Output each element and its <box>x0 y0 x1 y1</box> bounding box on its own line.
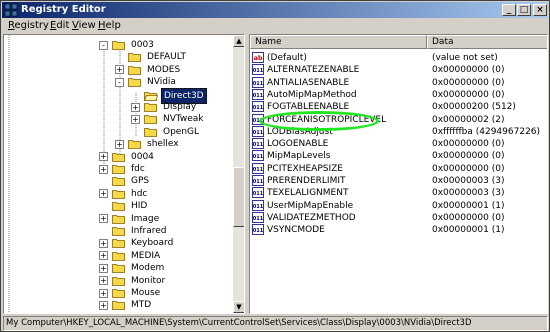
collapse-icon[interactable]: - <box>115 77 124 87</box>
svg-text:011: 011 <box>253 216 264 222</box>
svg-text:ab: ab <box>253 54 262 62</box>
expand-icon[interactable]: + <box>99 164 108 174</box>
binary-value-icon: 011 <box>252 211 264 223</box>
scroll-thumb[interactable] <box>233 167 244 227</box>
menu-registry[interactable]: Registry <box>8 19 49 33</box>
menu-edit[interactable]: Edit <box>50 19 69 33</box>
tree-vertical-scrollbar[interactable]: ▲ ▼ <box>233 35 244 313</box>
binary-value-icon: 011 <box>252 76 264 88</box>
svg-text:011: 011 <box>253 228 264 234</box>
folder-icon <box>112 165 125 174</box>
expand-icon[interactable]: + <box>99 300 108 310</box>
close-button[interactable]: × <box>533 4 547 16</box>
folder-icon <box>112 264 125 274</box>
folder-icon <box>112 152 125 162</box>
folder-icon <box>112 227 125 236</box>
folder-icon <box>112 214 125 224</box>
svg-text:011: 011 <box>253 167 264 173</box>
folder-icon <box>128 140 141 150</box>
tree-item-mtd[interactable]: MTD <box>112 298 153 312</box>
expand-icon[interactable]: + <box>99 263 108 273</box>
expand-icon[interactable]: + <box>131 102 140 112</box>
name-column-header[interactable]: Name <box>250 35 427 49</box>
svg-text:011: 011 <box>253 68 264 74</box>
binary-value-icon: 011 <box>252 162 264 174</box>
binary-value-icon: 011 <box>252 150 264 162</box>
folder-icon <box>112 301 125 311</box>
svg-text:011: 011 <box>253 93 264 99</box>
svg-text:011: 011 <box>253 204 264 210</box>
folder-icon <box>112 177 125 187</box>
expand-icon[interactable]: + <box>99 288 108 298</box>
svg-text:011: 011 <box>253 118 264 124</box>
expand-icon[interactable]: + <box>99 251 108 261</box>
tree-item-label: MTD <box>131 300 152 311</box>
binary-value-icon: 011 <box>252 113 264 125</box>
string-value-icon: ab <box>252 52 264 63</box>
window-title: Registry Editor <box>21 4 106 15</box>
expand-icon[interactable]: + <box>115 139 124 149</box>
folder-icon <box>128 78 141 88</box>
folder-icon <box>112 276 125 286</box>
binary-value-icon: 011 <box>252 125 264 137</box>
menu-help[interactable]: Help <box>98 19 121 33</box>
svg-text:011: 011 <box>253 179 264 185</box>
svg-text:011: 011 <box>253 191 264 197</box>
folder-icon <box>112 251 125 261</box>
expand-icon[interactable]: + <box>99 214 108 224</box>
binary-value-icon: 011 <box>252 88 264 100</box>
expand-icon[interactable]: + <box>99 152 108 162</box>
binary-value-icon: 011 <box>252 224 264 236</box>
status-bar: My Computer\HKEY_LOCAL_MACHINE\System\Cu… <box>3 316 548 331</box>
folder-icon <box>112 41 125 50</box>
values-pane[interactable]: Name Data ab (Default) (value not set) 011 A… <box>249 34 548 314</box>
svg-text:011: 011 <box>253 154 264 160</box>
value-data: 0x00000001 (1) <box>432 225 505 236</box>
binary-value-icon: 011 <box>252 199 264 211</box>
key-tree-pane[interactable]: ▲ ▼ -0003 DEFAULT + MODES - NVidia Direct3D + Di… <box>3 34 245 314</box>
expand-icon[interactable]: + <box>131 114 140 124</box>
folder-icon <box>112 189 125 199</box>
minimize-button[interactable]: _ <box>502 4 516 16</box>
scroll-up-arrow-icon[interactable]: ▲ <box>233 35 244 47</box>
folder-icon <box>144 115 157 125</box>
binary-value-icon: 011 <box>252 64 264 76</box>
maximize-button[interactable]: □ <box>517 4 531 16</box>
folder-icon <box>112 202 125 212</box>
value-name: VSYNCMODE <box>267 225 325 236</box>
registry-editor-window: Registry Editor _ □ × Registry Edit View He… <box>0 0 550 332</box>
title-bar[interactable]: Registry Editor _ □ × <box>2 2 548 18</box>
menu-view[interactable]: View <box>72 19 96 33</box>
binary-value-icon: 011 <box>252 175 264 186</box>
binary-value-icon: 011 <box>252 101 264 113</box>
menu-bar: Registry Edit View Help <box>2 18 548 34</box>
svg-text:011: 011 <box>253 105 264 111</box>
svg-text:011: 011 <box>253 142 264 148</box>
folder-icon <box>128 65 141 75</box>
value-row[interactable]: 011 VSYNCMODE 0x00000001 (1) <box>252 223 546 237</box>
folder-icon <box>112 289 125 298</box>
expand-icon[interactable]: + <box>99 189 108 199</box>
registry-app-icon <box>4 3 18 17</box>
expand-icon[interactable]: + <box>115 65 124 75</box>
svg-text:011: 011 <box>253 81 264 87</box>
expand-icon[interactable]: + <box>99 238 108 248</box>
expand-icon[interactable]: + <box>99 276 108 286</box>
folder-icon <box>128 53 141 63</box>
folder-icon <box>144 127 157 137</box>
binary-value-icon: 011 <box>252 187 264 199</box>
binary-value-icon: 011 <box>252 138 264 149</box>
svg-text:011: 011 <box>253 130 264 136</box>
data-column-header[interactable]: Data <box>427 35 547 49</box>
folder-icon <box>144 103 157 112</box>
folder-icon <box>112 239 125 249</box>
scroll-down-arrow-icon[interactable]: ▼ <box>233 301 244 313</box>
collapse-icon[interactable]: - <box>99 40 108 50</box>
